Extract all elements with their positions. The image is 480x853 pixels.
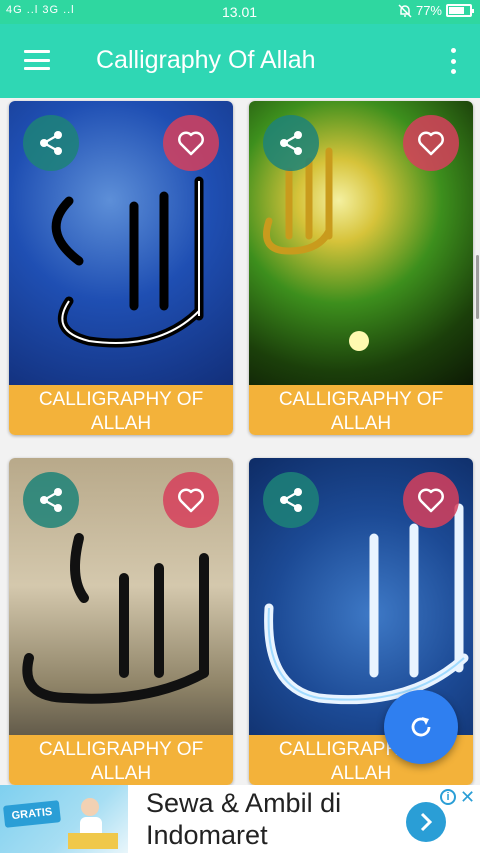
share-icon [40,488,62,512]
refresh-icon [411,717,431,737]
card-title: CALLIGRAPHY OF ALLAH [9,385,233,435]
info-icon[interactable]: i [440,789,456,805]
wallpaper-card[interactable]: CALLIGRAPHY OF ALLAH [9,101,233,435]
battery-percent: 77% [415,3,442,18]
wallpaper-card[interactable]: CALLIGRAPHY OF ALLAH [9,458,233,785]
share-button[interactable] [23,115,79,171]
app-bar: Calligraphy Of Allah [0,24,480,98]
status-bar: 4G ..l 3G ..l 13.01 77% [0,0,480,24]
ad-headline[interactable]: Sewa & Ambil di Indomaret [146,787,396,851]
hamburger-icon[interactable] [24,50,50,70]
heart-icon [178,488,204,513]
heart-icon [418,131,444,156]
ad-banner[interactable]: GRATIS Sewa & Ambil di Indomaret i ✕ [0,785,480,853]
mute-icon [398,3,412,18]
favorite-button[interactable] [403,115,459,171]
heart-icon [178,131,204,156]
share-icon [280,488,302,512]
ad-image[interactable]: GRATIS [0,785,128,853]
card-title: CALLIGRAPHY OF ALLAH [249,385,473,435]
more-vert-icon[interactable] [448,48,458,74]
scrollbar[interactable] [476,255,479,319]
favorite-button[interactable] [163,115,219,171]
refresh-button[interactable] [384,690,458,764]
ad-go-button[interactable] [406,802,446,842]
chevron-right-icon [420,812,433,832]
share-icon [280,131,302,155]
clock: 13.01 [222,4,258,20]
signal-indicator: 4G ..l 3G ..l [6,4,75,16]
wallpaper-card[interactable]: CALLIGRAPHY OF ALLAH [249,101,473,435]
favorite-button[interactable] [163,472,219,528]
share-button[interactable] [263,472,319,528]
card-title: CALLIGRAPHY OF ALLAH [9,735,233,785]
close-icon[interactable]: ✕ [460,787,475,808]
app-title: Calligraphy Of Allah [96,46,316,74]
heart-icon [418,488,444,513]
share-icon [40,131,62,155]
share-button[interactable] [263,115,319,171]
share-button[interactable] [23,472,79,528]
battery-icon [446,4,474,17]
status-right: 77% [398,3,474,18]
favorite-button[interactable] [403,472,459,528]
